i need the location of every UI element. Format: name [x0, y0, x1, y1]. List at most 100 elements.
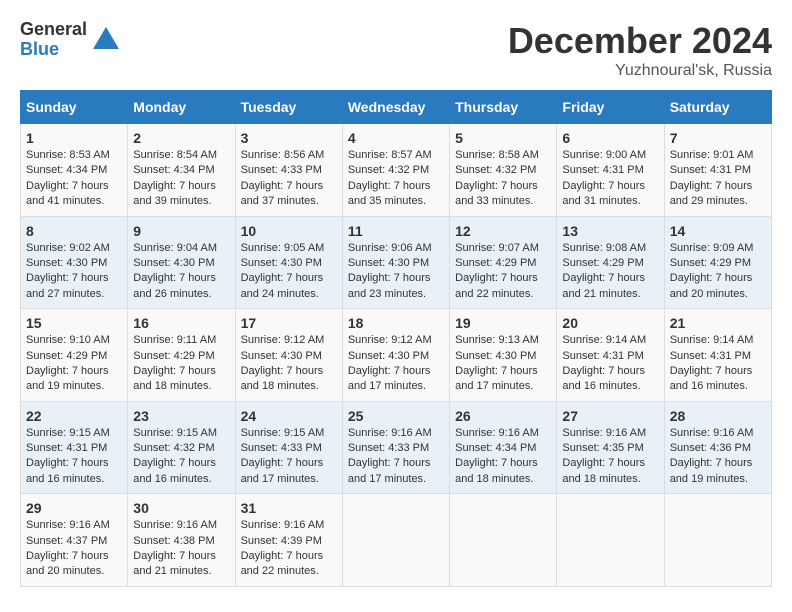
- calendar-cell: 26 Sunrise: 9:16 AM Sunset: 4:34 PM Dayl…: [450, 401, 557, 494]
- weekday-header: Tuesday: [235, 91, 342, 124]
- weekday-header: Thursday: [450, 91, 557, 124]
- calendar-cell: 29 Sunrise: 9:16 AM Sunset: 4:37 PM Dayl…: [21, 494, 128, 587]
- day-number: 28: [670, 408, 766, 424]
- calendar-cell: 7 Sunrise: 9:01 AM Sunset: 4:31 PM Dayli…: [664, 124, 771, 217]
- day-number: 5: [455, 130, 551, 146]
- calendar-cell: 17 Sunrise: 9:12 AM Sunset: 4:30 PM Dayl…: [235, 309, 342, 402]
- day-number: 27: [562, 408, 658, 424]
- day-number: 2: [133, 130, 229, 146]
- daylight: Daylight: 7 hours and 16 minutes.: [133, 457, 216, 484]
- sunset: Sunset: 4:38 PM: [133, 535, 214, 547]
- sunrise: Sunrise: 9:02 AM: [26, 242, 110, 254]
- calendar-cell: 12 Sunrise: 9:07 AM Sunset: 4:29 PM Dayl…: [450, 216, 557, 309]
- daylight: Daylight: 7 hours and 18 minutes.: [455, 457, 538, 484]
- sunrise: Sunrise: 9:12 AM: [348, 334, 432, 346]
- calendar-week-row: 1 Sunrise: 8:53 AM Sunset: 4:34 PM Dayli…: [21, 124, 772, 217]
- sunset: Sunset: 4:29 PM: [26, 350, 107, 362]
- day-info: Sunrise: 9:09 AM Sunset: 4:29 PM Dayligh…: [670, 241, 766, 303]
- day-number: 9: [133, 223, 229, 239]
- daylight: Daylight: 7 hours and 18 minutes.: [241, 365, 324, 392]
- sunrise: Sunrise: 9:13 AM: [455, 334, 539, 346]
- day-info: Sunrise: 9:13 AM Sunset: 4:30 PM Dayligh…: [455, 333, 551, 395]
- location: Yuzhnoural'sk, Russia: [508, 62, 772, 80]
- sunset: Sunset: 4:30 PM: [241, 257, 322, 269]
- day-number: 12: [455, 223, 551, 239]
- calendar-table: SundayMondayTuesdayWednesdayThursdayFrid…: [20, 90, 772, 587]
- daylight: Daylight: 7 hours and 26 minutes.: [133, 272, 216, 299]
- weekday-header: Saturday: [664, 91, 771, 124]
- calendar-cell: 18 Sunrise: 9:12 AM Sunset: 4:30 PM Dayl…: [342, 309, 449, 402]
- month-title: December 2024: [508, 20, 772, 62]
- calendar-cell: 8 Sunrise: 9:02 AM Sunset: 4:30 PM Dayli…: [21, 216, 128, 309]
- calendar-cell: 21 Sunrise: 9:14 AM Sunset: 4:31 PM Dayl…: [664, 309, 771, 402]
- calendar-cell: [664, 494, 771, 587]
- calendar-week-row: 29 Sunrise: 9:16 AM Sunset: 4:37 PM Dayl…: [21, 494, 772, 587]
- day-number: 31: [241, 500, 337, 516]
- daylight: Daylight: 7 hours and 35 minutes.: [348, 180, 431, 207]
- day-number: 25: [348, 408, 444, 424]
- day-info: Sunrise: 9:04 AM Sunset: 4:30 PM Dayligh…: [133, 241, 229, 303]
- sunset: Sunset: 4:32 PM: [133, 442, 214, 454]
- sunset: Sunset: 4:31 PM: [562, 350, 643, 362]
- daylight: Daylight: 7 hours and 29 minutes.: [670, 180, 753, 207]
- logo-blue: Blue: [20, 40, 87, 60]
- day-info: Sunrise: 9:15 AM Sunset: 4:32 PM Dayligh…: [133, 426, 229, 488]
- sunset: Sunset: 4:31 PM: [26, 442, 107, 454]
- day-info: Sunrise: 8:54 AM Sunset: 4:34 PM Dayligh…: [133, 148, 229, 210]
- daylight: Daylight: 7 hours and 17 minutes.: [348, 365, 431, 392]
- calendar-cell: 25 Sunrise: 9:16 AM Sunset: 4:33 PM Dayl…: [342, 401, 449, 494]
- calendar-cell: [557, 494, 664, 587]
- sunrise: Sunrise: 9:15 AM: [133, 427, 217, 439]
- day-info: Sunrise: 9:12 AM Sunset: 4:30 PM Dayligh…: [348, 333, 444, 395]
- day-number: 24: [241, 408, 337, 424]
- day-info: Sunrise: 9:16 AM Sunset: 4:34 PM Dayligh…: [455, 426, 551, 488]
- sunset: Sunset: 4:30 PM: [133, 257, 214, 269]
- calendar-cell: 28 Sunrise: 9:16 AM Sunset: 4:36 PM Dayl…: [664, 401, 771, 494]
- sunset: Sunset: 4:29 PM: [455, 257, 536, 269]
- calendar-cell: 23 Sunrise: 9:15 AM Sunset: 4:32 PM Dayl…: [128, 401, 235, 494]
- day-info: Sunrise: 9:10 AM Sunset: 4:29 PM Dayligh…: [26, 333, 122, 395]
- sunset: Sunset: 4:31 PM: [670, 164, 751, 176]
- daylight: Daylight: 7 hours and 19 minutes.: [26, 365, 109, 392]
- sunrise: Sunrise: 8:56 AM: [241, 149, 325, 161]
- calendar-week-row: 15 Sunrise: 9:10 AM Sunset: 4:29 PM Dayl…: [21, 309, 772, 402]
- daylight: Daylight: 7 hours and 22 minutes.: [241, 550, 324, 577]
- calendar-week-row: 8 Sunrise: 9:02 AM Sunset: 4:30 PM Dayli…: [21, 216, 772, 309]
- day-number: 18: [348, 315, 444, 331]
- sunrise: Sunrise: 8:58 AM: [455, 149, 539, 161]
- sunrise: Sunrise: 8:53 AM: [26, 149, 110, 161]
- sunset: Sunset: 4:39 PM: [241, 535, 322, 547]
- day-number: 4: [348, 130, 444, 146]
- daylight: Daylight: 7 hours and 22 minutes.: [455, 272, 538, 299]
- day-number: 21: [670, 315, 766, 331]
- sunset: Sunset: 4:30 PM: [241, 350, 322, 362]
- day-number: 15: [26, 315, 122, 331]
- sunrise: Sunrise: 8:54 AM: [133, 149, 217, 161]
- day-info: Sunrise: 9:14 AM Sunset: 4:31 PM Dayligh…: [670, 333, 766, 395]
- day-number: 6: [562, 130, 658, 146]
- sunrise: Sunrise: 9:00 AM: [562, 149, 646, 161]
- day-info: Sunrise: 9:06 AM Sunset: 4:30 PM Dayligh…: [348, 241, 444, 303]
- sunrise: Sunrise: 9:16 AM: [348, 427, 432, 439]
- daylight: Daylight: 7 hours and 17 minutes.: [241, 457, 324, 484]
- calendar-cell: 16 Sunrise: 9:11 AM Sunset: 4:29 PM Dayl…: [128, 309, 235, 402]
- sunrise: Sunrise: 9:14 AM: [562, 334, 646, 346]
- calendar-cell: 5 Sunrise: 8:58 AM Sunset: 4:32 PM Dayli…: [450, 124, 557, 217]
- daylight: Daylight: 7 hours and 16 minutes.: [26, 457, 109, 484]
- daylight: Daylight: 7 hours and 20 minutes.: [26, 550, 109, 577]
- logo-icon: [91, 25, 121, 55]
- daylight: Daylight: 7 hours and 17 minutes.: [348, 457, 431, 484]
- sunrise: Sunrise: 9:16 AM: [670, 427, 754, 439]
- day-number: 17: [241, 315, 337, 331]
- day-number: 10: [241, 223, 337, 239]
- sunrise: Sunrise: 8:57 AM: [348, 149, 432, 161]
- day-number: 13: [562, 223, 658, 239]
- sunrise: Sunrise: 9:16 AM: [133, 519, 217, 531]
- daylight: Daylight: 7 hours and 41 minutes.: [26, 180, 109, 207]
- daylight: Daylight: 7 hours and 31 minutes.: [562, 180, 645, 207]
- sunrise: Sunrise: 9:08 AM: [562, 242, 646, 254]
- sunset: Sunset: 4:33 PM: [241, 442, 322, 454]
- sunrise: Sunrise: 9:14 AM: [670, 334, 754, 346]
- daylight: Daylight: 7 hours and 24 minutes.: [241, 272, 324, 299]
- calendar-cell: 3 Sunrise: 8:56 AM Sunset: 4:33 PM Dayli…: [235, 124, 342, 217]
